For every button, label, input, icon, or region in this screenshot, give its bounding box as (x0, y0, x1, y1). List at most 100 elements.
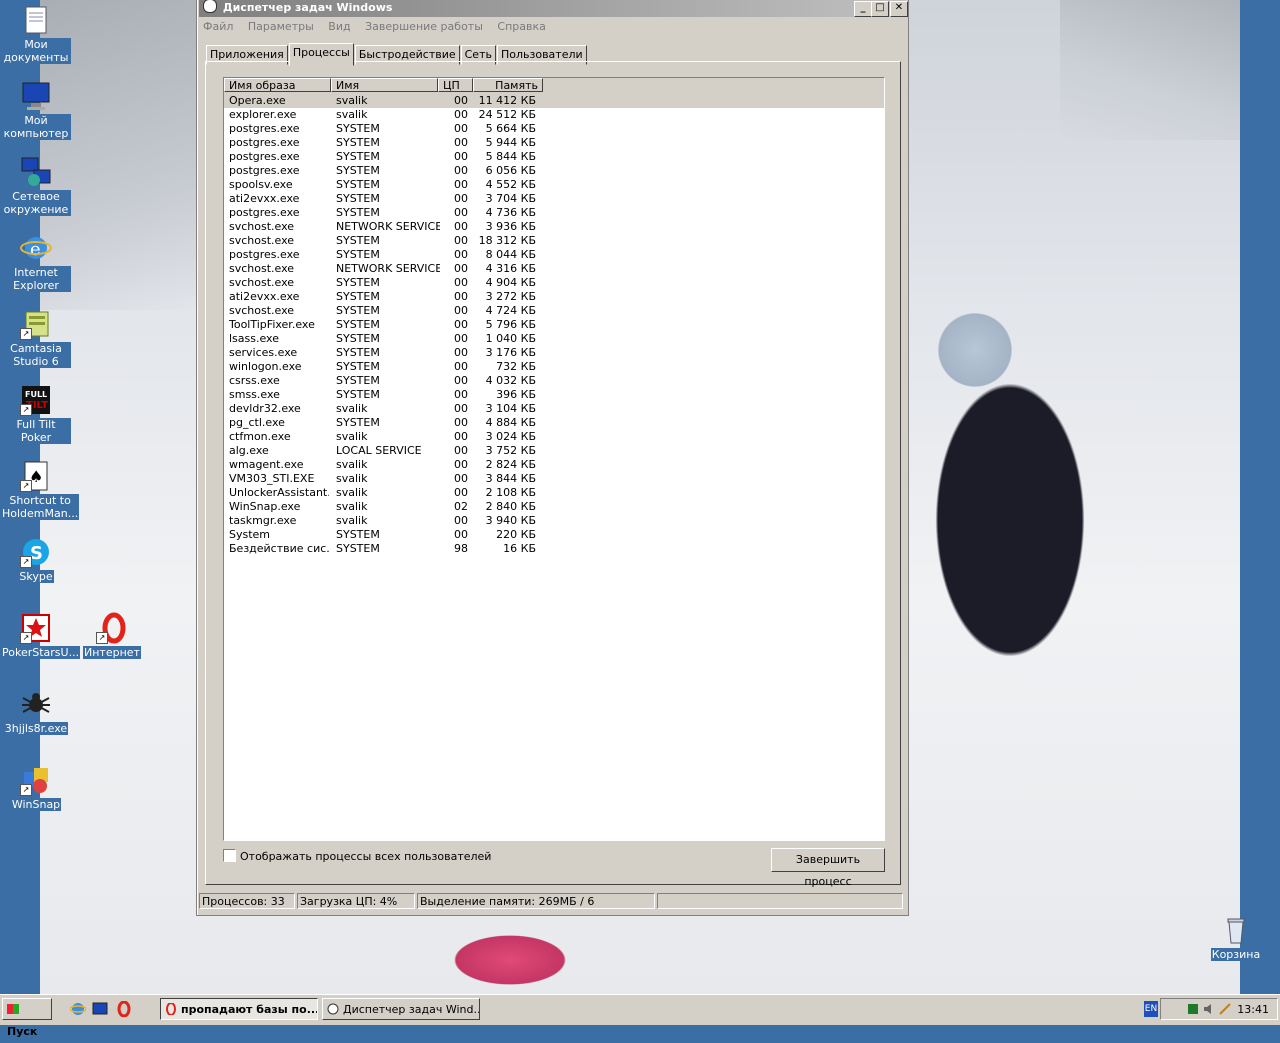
desktop-icon-full-tilt-poker[interactable]: FULL TILT ↗ Full Tilt Poker (1, 384, 71, 444)
desktop-icon-label: Camtasia Studio 6 (1, 342, 71, 368)
ie-quicklaunch-icon[interactable] (70, 1001, 86, 1017)
table-row[interactable]: svchost.exe NETWORK SERVICE 00 3 936 КБ (224, 220, 884, 234)
desktop-icon-network[interactable]: Сетевое окружение (1, 156, 71, 216)
cell-image-name: wmagent.exe (229, 458, 304, 471)
show-all-users-checkbox[interactable]: Отображать процессы всех пользователей (223, 849, 491, 863)
table-row[interactable]: spoolsv.exe SYSTEM 00 4 552 КБ (224, 178, 884, 192)
cell-user-name: SYSTEM (336, 192, 380, 205)
monitor-tray-icon[interactable] (1187, 1003, 1199, 1015)
table-row[interactable]: VM303_STI.EXE svalik 00 3 844 КБ (224, 472, 884, 486)
process-list[interactable]: Имя образа Имя пользователя ЦП Память Op… (223, 77, 885, 841)
table-row[interactable]: postgres.exe SYSTEM 00 5 844 КБ (224, 150, 884, 164)
cell-memory: 5 664 КБ (485, 122, 536, 135)
table-row[interactable]: explorer.exe svalik 00 24 512 КБ (224, 108, 884, 122)
table-row[interactable]: taskmgr.exe svalik 00 3 940 КБ (224, 514, 884, 528)
table-row[interactable]: postgres.exe SYSTEM 00 5 944 КБ (224, 136, 884, 150)
show-desktop-icon[interactable] (92, 1001, 108, 1017)
table-row[interactable]: postgres.exe SYSTEM 00 5 664 КБ (224, 122, 884, 136)
cell-memory: 5 844 КБ (485, 150, 536, 163)
desktop-icon-winsnap[interactable]: ↗ WinSnap (1, 764, 71, 811)
table-row[interactable]: postgres.exe SYSTEM 00 6 056 КБ (224, 164, 884, 178)
cell-image-name: svchost.exe (229, 220, 295, 233)
cell-memory: 1 040 КБ (485, 332, 536, 345)
desktop-icon-my-computer[interactable]: Мой компьютер (1, 80, 71, 140)
cell-memory: 396 КБ (496, 388, 536, 401)
table-row[interactable]: WinSnap.exe svalik 02 2 840 КБ (224, 500, 884, 514)
close-button[interactable]: ✕ (890, 1, 908, 17)
desktop-icon-skype[interactable]: S ↗ Skype (1, 536, 71, 583)
column-image-name[interactable]: Имя образа (224, 78, 331, 92)
table-row[interactable]: Бездействие сис... SYSTEM 98 16 КБ (224, 542, 884, 556)
cell-cpu: 00 (454, 178, 468, 191)
table-row[interactable]: wmagent.exe svalik 00 2 824 КБ (224, 458, 884, 472)
checkbox-box[interactable] (223, 849, 236, 862)
table-row[interactable]: postgres.exe SYSTEM 00 8 044 КБ (224, 248, 884, 262)
volume-icon[interactable] (1203, 1003, 1215, 1015)
documents-icon (20, 4, 52, 36)
cell-image-name: explorer.exe (229, 108, 297, 121)
table-row[interactable]: lsass.exe SYSTEM 00 1 040 КБ (224, 332, 884, 346)
minimize-button[interactable]: _ (854, 1, 872, 17)
table-row[interactable]: svchost.exe NETWORK SERVICE 00 4 316 КБ (224, 262, 884, 276)
start-button[interactable]: Пуск (2, 998, 52, 1038)
taskbar-button-task-manager[interactable]: Диспетчер задач Wind... (322, 998, 480, 1020)
desktop-icon-internet-explorer[interactable]: e Internet Explorer (1, 232, 71, 292)
desktop-icon-3hjjls8r[interactable]: 3hjjls8r.exe (1, 688, 71, 735)
table-row[interactable]: alg.exe LOCAL SERVICE 00 3 752 КБ (224, 444, 884, 458)
table-row[interactable]: ToolTipFixer.exe SYSTEM 00 5 796 КБ (224, 318, 884, 332)
desktop-icon-recycle-bin[interactable]: Корзина (1201, 914, 1271, 961)
cell-memory: 5 796 КБ (485, 318, 536, 331)
table-row[interactable]: svchost.exe SYSTEM 00 18 312 КБ (224, 234, 884, 248)
language-indicator[interactable]: EN (1144, 1001, 1158, 1017)
table-row[interactable]: csrss.exe SYSTEM 00 4 032 КБ (224, 374, 884, 388)
title-bar[interactable]: Диспетчер задач Windows _ □ ✕ (199, 0, 908, 17)
end-process-button[interactable]: Завершить процесс (771, 848, 885, 888)
table-row[interactable]: devldr32.exe svalik 00 3 104 КБ (224, 402, 884, 416)
tab-processes[interactable]: Процессы (288, 43, 354, 66)
opera-quicklaunch-icon[interactable] (116, 1001, 132, 1017)
cell-cpu: 00 (454, 220, 468, 233)
desktop-icon-pokerstars[interactable]: ↗ PokerStarsU... (1, 612, 81, 659)
menu-shutdown[interactable]: Завершение работы (365, 20, 483, 33)
cell-cpu: 00 (454, 430, 468, 443)
table-row[interactable]: smss.exe SYSTEM 00 396 КБ (224, 388, 884, 402)
table-row[interactable]: svchost.exe SYSTEM 00 4 724 КБ (224, 304, 884, 318)
table-row[interactable]: System SYSTEM 00 220 КБ (224, 528, 884, 542)
cell-memory: 220 КБ (496, 528, 536, 541)
table-row[interactable]: ati2evxx.exe SYSTEM 00 3 704 КБ (224, 192, 884, 206)
cell-user-name: SYSTEM (336, 206, 380, 219)
desktop-icon-holdemmanager[interactable]: ♠ ↗ Shortcut to HoldemMan... (1, 460, 80, 520)
table-row[interactable]: winlogon.exe SYSTEM 00 732 КБ (224, 360, 884, 374)
table-row[interactable]: ctfmon.exe svalik 00 3 024 КБ (224, 430, 884, 444)
taskbar-button-opera[interactable]: пропадают базы по... (160, 998, 318, 1020)
table-row[interactable]: ati2evxx.exe SYSTEM 00 3 272 КБ (224, 290, 884, 304)
desktop-icon-my-documents[interactable]: Мои документы (1, 4, 71, 64)
table-row[interactable]: services.exe SYSTEM 00 3 176 КБ (224, 346, 884, 360)
column-memory[interactable]: Память (473, 78, 543, 92)
table-row[interactable]: Opera.exe svalik 00 11 412 КБ (224, 94, 884, 108)
cell-user-name: SYSTEM (336, 416, 380, 429)
table-row[interactable]: UnlockerAssistant... svalik 00 2 108 КБ (224, 486, 884, 500)
column-cpu[interactable]: ЦП (438, 78, 473, 92)
menu-file[interactable]: Файл (203, 20, 233, 33)
cell-image-name: smss.exe (229, 388, 280, 401)
clock[interactable]: 13:41 (1237, 1003, 1269, 1017)
menu-bar: Файл Параметры Вид Завершение работы Спр… (197, 17, 908, 36)
tools-tray-icon[interactable] (1219, 1003, 1231, 1015)
task-manager-window[interactable]: Диспетчер задач Windows _ □ ✕ Файл Парам… (196, 0, 909, 916)
task-manager-icon (327, 1003, 339, 1015)
column-user-name[interactable]: Имя пользователя (331, 78, 438, 106)
cell-user-name: SYSTEM (336, 178, 380, 191)
table-row[interactable]: pg_ctl.exe SYSTEM 00 4 884 КБ (224, 416, 884, 430)
menu-help[interactable]: Справка (497, 20, 545, 33)
desktop-icon-opera[interactable]: ↗ Интернет (77, 612, 147, 659)
table-row[interactable]: postgres.exe SYSTEM 00 4 736 КБ (224, 206, 884, 220)
cell-cpu: 00 (454, 444, 468, 457)
desktop-icon-camtasia[interactable]: ↗ Camtasia Studio 6 (1, 308, 71, 368)
desktop-icon-label: 3hjjls8r.exe (3, 722, 69, 735)
table-row[interactable]: svchost.exe SYSTEM 00 4 904 КБ (224, 276, 884, 290)
menu-view[interactable]: Вид (328, 20, 350, 33)
menu-options[interactable]: Параметры (248, 20, 314, 33)
maximize-button[interactable]: □ (871, 1, 889, 17)
cell-user-name: svalik (336, 402, 368, 415)
